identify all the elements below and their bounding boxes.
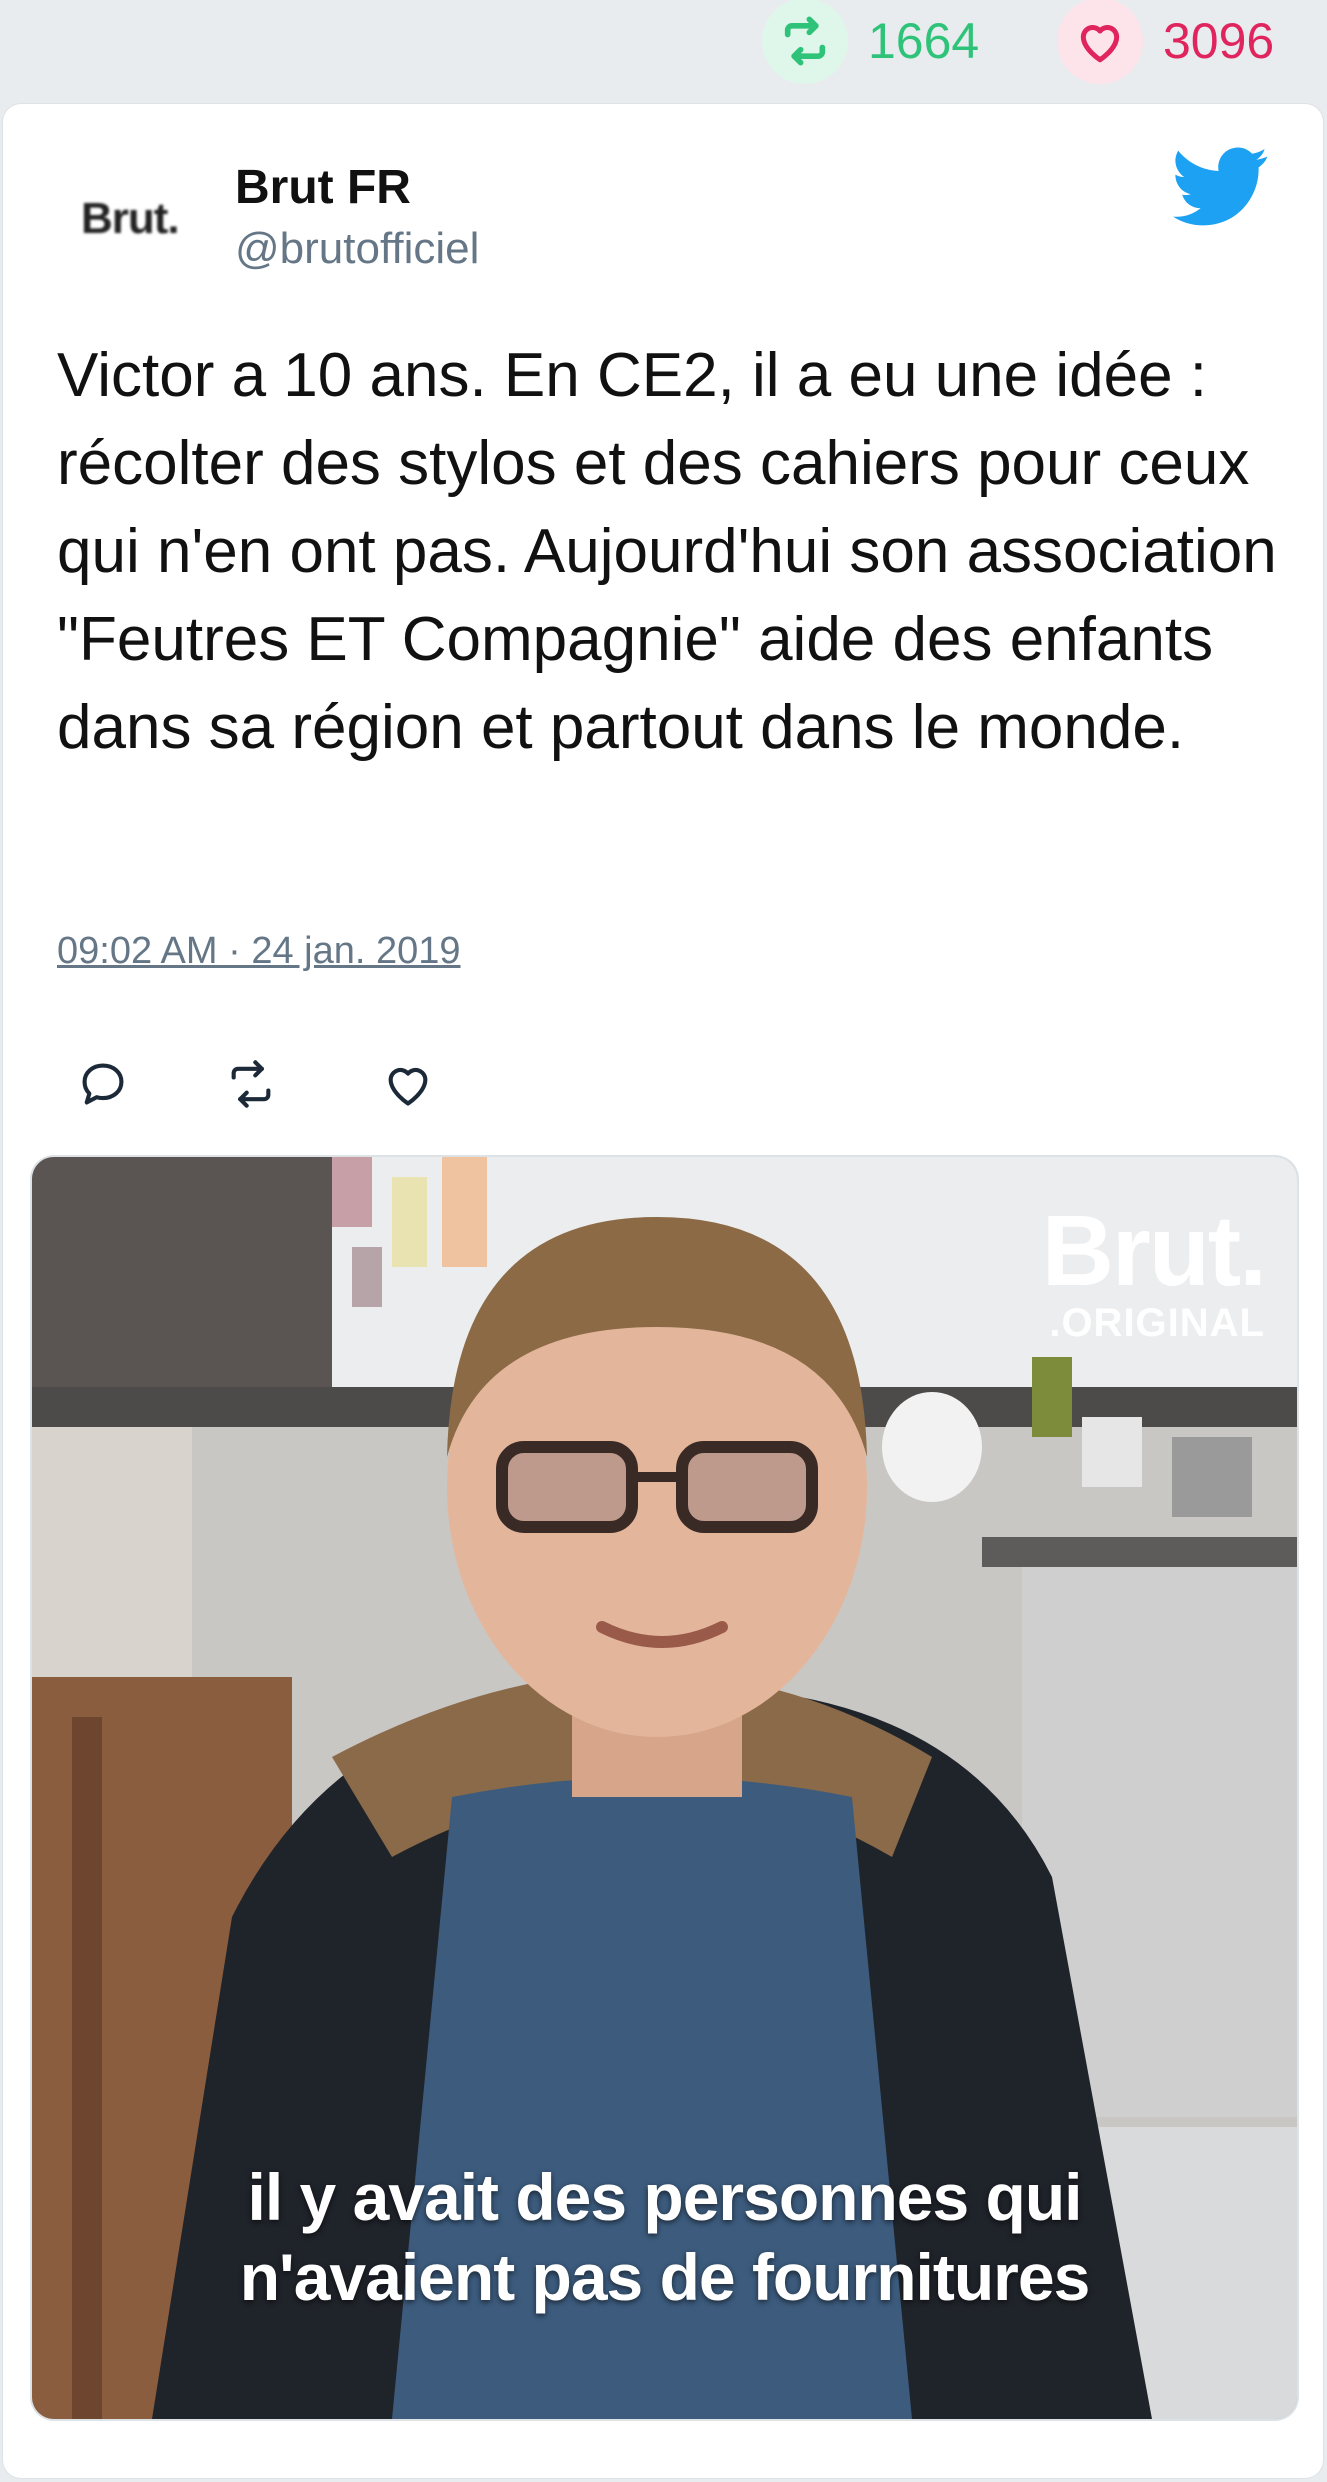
like-stat: 3096 — [1057, 0, 1275, 84]
author-handle[interactable]: @brutofficiel — [235, 224, 479, 274]
tweet-media-video[interactable]: Brut. .ORIGINAL il y avait des personnes… — [32, 1157, 1297, 2419]
watermark-brand: Brut. — [1041, 1195, 1267, 1307]
retweet-button[interactable] — [211, 1044, 291, 1124]
reply-button[interactable] — [63, 1044, 143, 1124]
like-stat-icon — [1057, 0, 1143, 84]
tweet-timestamp[interactable]: 09:02 AM · 24 jan. 2019 — [57, 930, 461, 973]
retweet-count: 1664 — [868, 13, 980, 69]
reply-icon — [82, 1063, 124, 1105]
twitter-bird-icon[interactable] — [1173, 146, 1269, 228]
like-button[interactable] — [368, 1044, 448, 1124]
like-count: 3096 — [1163, 13, 1275, 69]
video-subtitle: il y avait des personnes qui n'avaient p… — [32, 2157, 1297, 2317]
watermark-sub: .ORIGINAL — [1049, 1301, 1265, 1345]
tweet-card: Brut. Brut FR @brutofficiel Victor a 10 … — [3, 104, 1323, 2478]
like-icon — [388, 1067, 428, 1106]
brut-watermark: Brut. .ORIGINAL — [1041, 1195, 1267, 1345]
retweet-stat: 1664 — [762, 0, 980, 84]
subtitle-line-2: n'avaient pas de fournitures — [239, 2240, 1091, 2314]
author-name[interactable]: Brut FR — [235, 160, 411, 215]
engagement-stats: 1664 3096 — [0, 0, 1327, 100]
subtitle-line-1: il y avait des personnes qui — [247, 2160, 1083, 2234]
author-avatar[interactable]: Brut. — [81, 184, 211, 254]
retweet-stat-icon — [762, 0, 848, 84]
tweet-text: Victor a 10 ans. En CE2, il a eu une idé… — [57, 341, 1277, 762]
avatar-logo-text: Brut. — [81, 194, 180, 243]
retweet-icon — [231, 1060, 271, 1108]
